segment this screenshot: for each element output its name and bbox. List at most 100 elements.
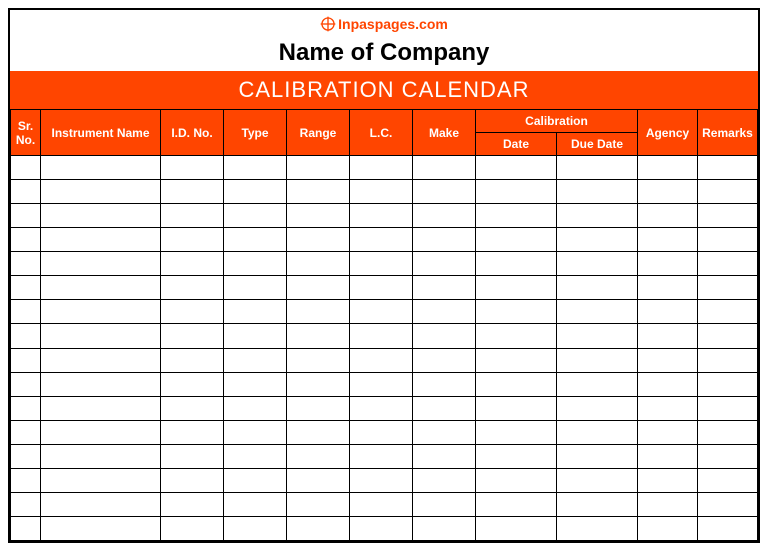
cell-sr — [11, 516, 41, 540]
cell-cal_due — [557, 156, 638, 180]
cell-cal_date — [476, 300, 557, 324]
cell-id_no — [161, 516, 224, 540]
cell-range — [287, 252, 350, 276]
cell-id_no — [161, 348, 224, 372]
cell-type — [224, 444, 287, 468]
cell-lc — [350, 204, 413, 228]
cell-id_no — [161, 324, 224, 348]
cell-id_no — [161, 420, 224, 444]
cell-range — [287, 324, 350, 348]
cell-make — [413, 372, 476, 396]
col-header-type: Type — [224, 110, 287, 156]
cell-instrument_name — [41, 228, 161, 252]
cell-agency — [638, 228, 698, 252]
cell-remarks — [698, 300, 758, 324]
cell-agency — [638, 468, 698, 492]
calibration-table: Sr. No. Instrument Name I.D. No. Type Ra… — [10, 109, 758, 541]
cell-cal_due — [557, 180, 638, 204]
cell-range — [287, 348, 350, 372]
cell-agency — [638, 324, 698, 348]
cell-remarks — [698, 180, 758, 204]
cell-lc — [350, 372, 413, 396]
cell-sr — [11, 252, 41, 276]
cell-instrument_name — [41, 420, 161, 444]
cell-instrument_name — [41, 468, 161, 492]
brand-logo: Inpaspages.com — [320, 16, 448, 32]
cell-id_no — [161, 156, 224, 180]
cell-id_no — [161, 228, 224, 252]
cell-remarks — [698, 324, 758, 348]
cell-sr — [11, 180, 41, 204]
cell-cal_date — [476, 204, 557, 228]
cell-lc — [350, 396, 413, 420]
cell-make — [413, 252, 476, 276]
cell-range — [287, 372, 350, 396]
cell-agency — [638, 276, 698, 300]
cell-cal_date — [476, 276, 557, 300]
cell-remarks — [698, 228, 758, 252]
cell-cal_due — [557, 300, 638, 324]
col-header-calibration-due-date: Due Date — [557, 133, 638, 156]
cell-make — [413, 516, 476, 540]
cell-make — [413, 492, 476, 516]
cell-agency — [638, 420, 698, 444]
cell-cal_date — [476, 372, 557, 396]
table-body — [11, 156, 758, 541]
table-row — [11, 180, 758, 204]
col-header-id-no: I.D. No. — [161, 110, 224, 156]
cell-remarks — [698, 444, 758, 468]
cell-range — [287, 492, 350, 516]
cell-make — [413, 180, 476, 204]
cell-remarks — [698, 468, 758, 492]
cell-cal_date — [476, 252, 557, 276]
cell-lc — [350, 468, 413, 492]
table-row — [11, 204, 758, 228]
cell-make — [413, 396, 476, 420]
cell-range — [287, 468, 350, 492]
cell-remarks — [698, 396, 758, 420]
cell-type — [224, 348, 287, 372]
cell-remarks — [698, 204, 758, 228]
cell-type — [224, 180, 287, 204]
table-row — [11, 372, 758, 396]
cell-cal_due — [557, 372, 638, 396]
cell-cal_due — [557, 420, 638, 444]
cell-make — [413, 156, 476, 180]
cell-cal_due — [557, 492, 638, 516]
cell-instrument_name — [41, 300, 161, 324]
cell-make — [413, 228, 476, 252]
cell-type — [224, 156, 287, 180]
col-header-calibration-group: Calibration — [476, 110, 638, 133]
cell-id_no — [161, 252, 224, 276]
cell-cal_date — [476, 324, 557, 348]
cell-cal_due — [557, 204, 638, 228]
cell-cal_due — [557, 396, 638, 420]
header-section: Inpaspages.com Name of Company — [10, 10, 758, 71]
cell-range — [287, 420, 350, 444]
cell-lc — [350, 348, 413, 372]
cell-type — [224, 516, 287, 540]
cell-make — [413, 420, 476, 444]
cell-make — [413, 324, 476, 348]
cell-lc — [350, 228, 413, 252]
cell-agency — [638, 492, 698, 516]
cell-sr — [11, 492, 41, 516]
table-row — [11, 348, 758, 372]
col-header-range: Range — [287, 110, 350, 156]
cell-type — [224, 372, 287, 396]
cell-lc — [350, 516, 413, 540]
col-header-make: Make — [413, 110, 476, 156]
cell-id_no — [161, 396, 224, 420]
cell-lc — [350, 156, 413, 180]
cell-make — [413, 300, 476, 324]
table-row — [11, 300, 758, 324]
cell-type — [224, 468, 287, 492]
table-row — [11, 324, 758, 348]
cell-range — [287, 156, 350, 180]
cell-agency — [638, 252, 698, 276]
cell-sr — [11, 228, 41, 252]
cell-lc — [350, 492, 413, 516]
cell-make — [413, 444, 476, 468]
cell-cal_due — [557, 516, 638, 540]
cell-make — [413, 348, 476, 372]
